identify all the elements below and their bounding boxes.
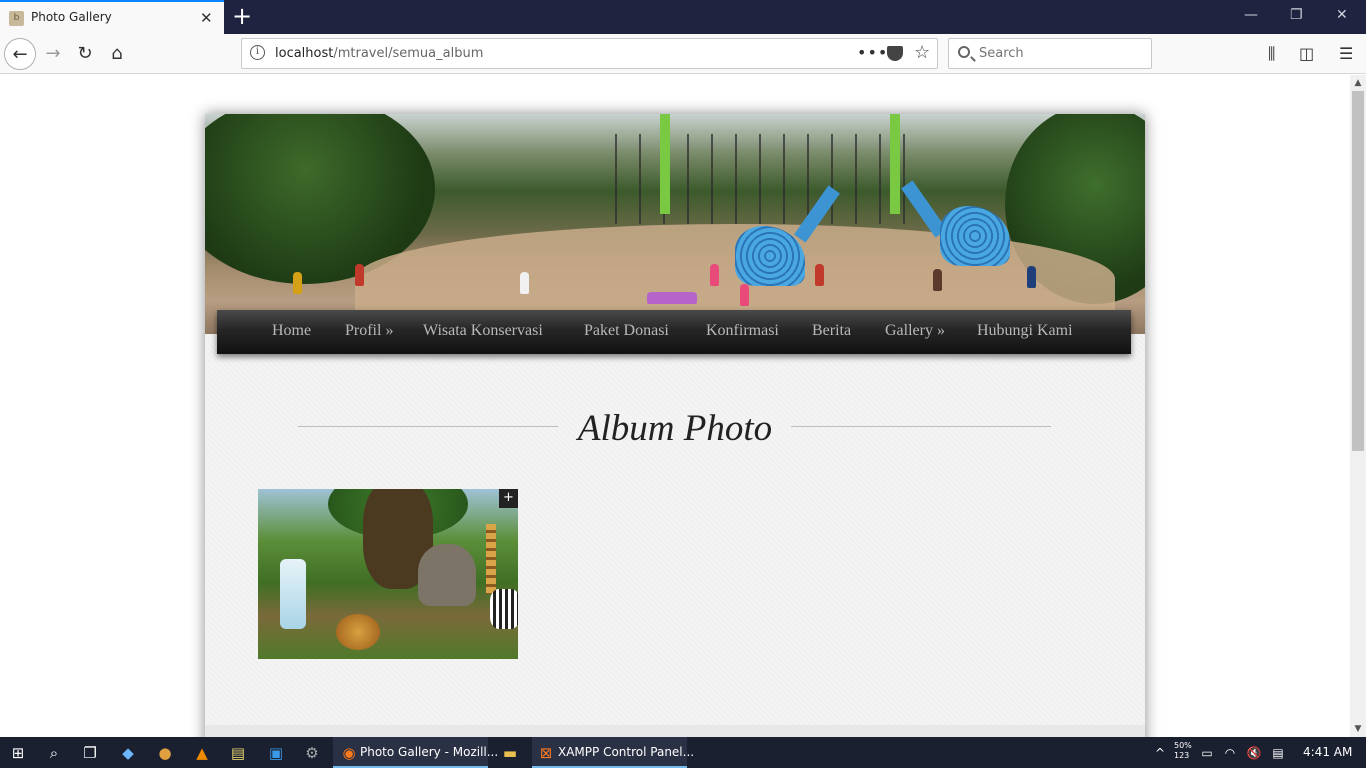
visitor-group [647, 292, 697, 304]
visitor [933, 269, 942, 291]
tab-photo-gallery[interactable]: b Photo Gallery ✕ [0, 0, 224, 34]
library-icon[interactable]: ⫼ [1268, 44, 1275, 64]
app-icon-4[interactable]: ⚙ [302, 743, 322, 763]
search-input[interactable] [979, 40, 1144, 67]
album-thumbnail[interactable]: + [258, 489, 518, 659]
title-divider-right [791, 426, 1051, 427]
page-scrollbar[interactable]: ▲ ▼ [1350, 75, 1366, 737]
url-host: localhost [275, 46, 334, 61]
pocket-icon[interactable] [887, 46, 903, 61]
new-tab-button[interactable]: + [232, 2, 252, 30]
thumb-elephant [418, 544, 476, 606]
album-expand-icon[interactable]: + [499, 489, 518, 508]
notification-icon[interactable]: ▤ [1268, 743, 1288, 763]
scroll-up-icon[interactable]: ▲ [1350, 75, 1366, 91]
xampp-icon: ⊠ [539, 744, 553, 762]
visitor [740, 284, 749, 306]
site-container: Home Profil » Wisata Konservasi Paket Do… [205, 114, 1145, 737]
browser-titlebar: b Photo Gallery ✕ + — ❐ ✕ [0, 0, 1366, 34]
restore-icon[interactable]: ❐ [1290, 7, 1303, 23]
task-view-icon[interactable]: ❐ [80, 743, 100, 763]
menu-item-profil[interactable]: Profil » [345, 322, 393, 340]
thumb-lion [336, 614, 380, 650]
clock[interactable]: 4:41 AM [1303, 745, 1352, 759]
menu-item-paket-donasi[interactable]: Paket Donasi [584, 322, 669, 340]
banner-pole [660, 114, 670, 214]
visitor [520, 272, 529, 294]
search-icon [958, 46, 970, 58]
menu-item-hubungi-kami[interactable]: Hubungi Kami [977, 322, 1073, 340]
visitor [1027, 266, 1036, 288]
site-info-icon[interactable]: i [250, 45, 265, 60]
url-text[interactable]: localhost/mtravel/semua_album [275, 46, 483, 61]
search-taskbar-icon[interactable]: ⌕ [44, 743, 64, 763]
page-actions-icon[interactable]: ••• [857, 43, 888, 62]
forward-button[interactable]: → [37, 38, 69, 70]
scroll-thumb[interactable] [1352, 91, 1364, 451]
page-title: Album Photo [577, 408, 773, 449]
window-close-icon[interactable]: ✕ [1336, 7, 1348, 23]
taskbar-app-firefox[interactable]: ◉ Photo Gallery - Mozill... [333, 737, 498, 768]
taskbar-app-xampp[interactable]: ⊠ XAMPP Control Panel... [532, 737, 694, 768]
url-path: /mtravel/semua_album [333, 46, 484, 61]
thumb-zebra [490, 589, 518, 629]
tray-chevron-icon[interactable]: ^ [1150, 743, 1170, 763]
visitor [815, 264, 824, 286]
taskbar-app-label: XAMPP Control Panel... [558, 745, 695, 759]
header-banner-image [205, 114, 1145, 334]
menu-item-home[interactable]: Home [272, 322, 311, 340]
search-bar[interactable] [948, 38, 1152, 69]
taskbar-app-label: Photo Gallery - Mozill... [360, 745, 499, 759]
url-bar[interactable]: i localhost/mtravel/semua_album ••• ☆ [241, 38, 938, 69]
back-button[interactable]: ← [4, 38, 36, 70]
banner-pole [890, 114, 900, 214]
visitor [710, 264, 719, 286]
volume-muted-icon[interactable]: 🔇 [1244, 743, 1264, 763]
battery-icon[interactable]: ▭ [1197, 743, 1217, 763]
app-icon-3[interactable]: ▣ [266, 743, 286, 763]
app-icon-2[interactable]: ● [155, 743, 175, 763]
tab-close-icon[interactable]: ✕ [200, 9, 213, 27]
thumb-waterfall [280, 559, 306, 629]
main-menu: Home Profil » Wisata Konservasi Paket Do… [217, 310, 1131, 354]
vlc-icon[interactable]: ▲ [192, 743, 212, 763]
page-viewport: Home Profil » Wisata Konservasi Paket Do… [0, 75, 1350, 737]
scroll-down-icon[interactable]: ▼ [1350, 721, 1366, 737]
thumb-giraffe [486, 524, 496, 594]
firefox-icon: ◉ [342, 744, 356, 762]
windows-start-icon[interactable]: ⊞ [8, 743, 28, 763]
minimize-icon[interactable]: — [1244, 7, 1258, 23]
app-icon-1[interactable]: ◆ [118, 743, 138, 763]
file-explorer-icon[interactable]: ▬ [500, 743, 520, 763]
site-footer [205, 725, 1145, 737]
reload-button[interactable]: ↻ [69, 38, 101, 70]
wifi-icon[interactable]: ◠ [1220, 743, 1240, 763]
sidebar-icon[interactable]: ◫ [1299, 44, 1314, 63]
tab-favicon-icon: b [9, 11, 24, 26]
visitor [293, 272, 302, 294]
menu-item-berita[interactable]: Berita [812, 322, 851, 340]
taskbar: ⊞ ⌕ ❐ ◆ ● ▲ ▤ ▣ ⚙ ◉ Photo Gallery - Mozi… [0, 737, 1366, 768]
tray-battery-line2: 123 [1174, 751, 1190, 760]
menu-item-wisata-konservasi[interactable]: Wisata Konservasi [423, 322, 543, 340]
notepad-icon[interactable]: ▤ [228, 743, 248, 763]
visitor [355, 264, 364, 286]
giraffe-statue [940, 206, 1010, 266]
home-button[interactable]: ⌂ [101, 38, 133, 70]
banner-fence [615, 134, 905, 224]
bookmark-star-icon[interactable]: ☆ [914, 42, 930, 63]
menu-item-gallery[interactable]: Gallery » [885, 322, 945, 340]
browser-toolbar: ← → ↻ ⌂ i localhost/mtravel/semua_album … [0, 34, 1366, 74]
menu-hamburger-icon[interactable]: ☰ [1339, 44, 1353, 63]
tray-battery-line1: 50% [1174, 741, 1192, 750]
menu-item-konfirmasi[interactable]: Konfirmasi [706, 322, 779, 340]
tab-title: Photo Gallery [31, 10, 112, 24]
